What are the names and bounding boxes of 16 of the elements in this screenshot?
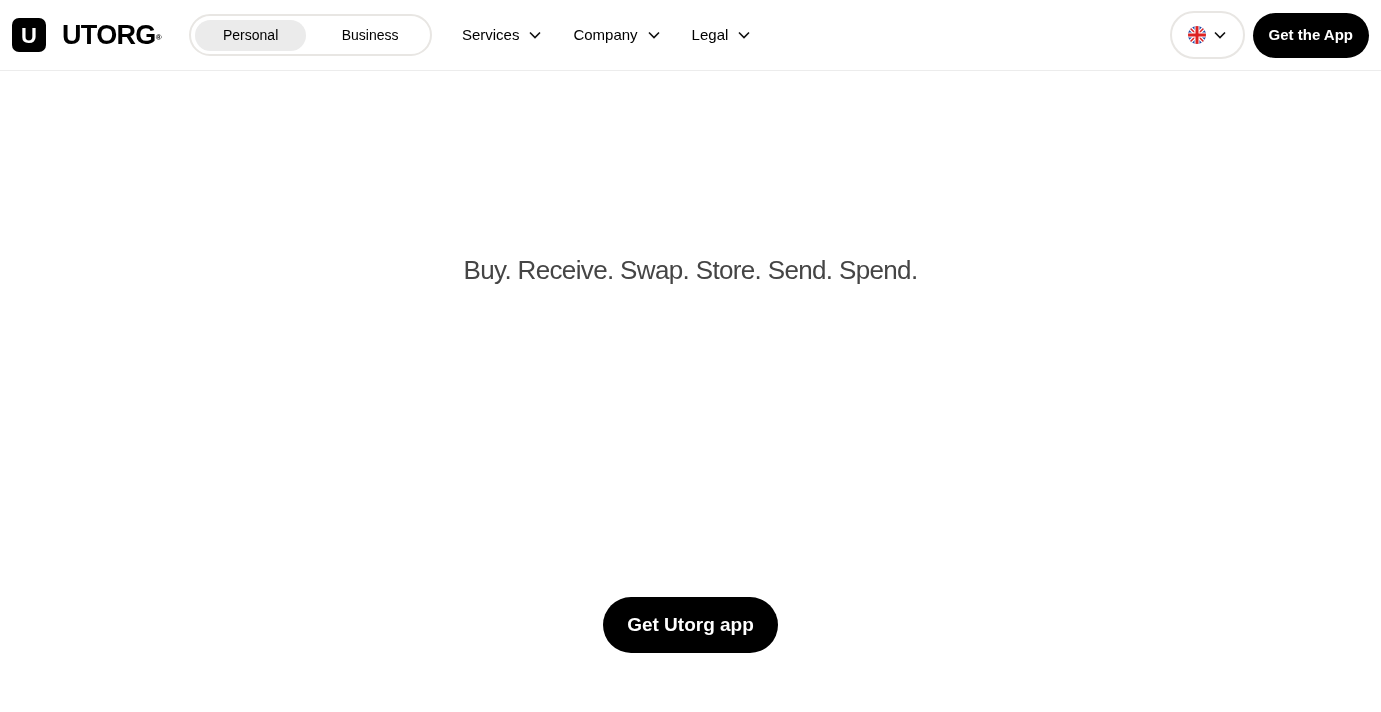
tagline: Buy. Receive. Swap. Store. Send. Spend. xyxy=(463,254,918,287)
language-selector[interactable] xyxy=(1169,11,1245,59)
get-the-app-button[interactable]: Get the App xyxy=(1252,12,1369,58)
logo-wordmark: UTORG$^{®}$ xyxy=(62,21,161,49)
get-app-button[interactable]: Get Utorg app xyxy=(603,597,778,653)
chevron-down-icon xyxy=(647,31,660,39)
nav-menu-button[interactable]: Legal xyxy=(691,23,751,47)
logo-mark: U xyxy=(12,18,46,52)
chevron-down-icon xyxy=(738,31,751,39)
segment-tab[interactable]: Personal xyxy=(194,19,307,51)
chevron-down-icon xyxy=(529,31,542,39)
nav-menu-button[interactable]: Services xyxy=(461,23,542,47)
segment-tab[interactable]: Business xyxy=(314,19,426,51)
flag-icon xyxy=(1188,26,1207,44)
chevron-down-icon xyxy=(1214,31,1227,39)
nav-menu-button[interactable]: Company xyxy=(573,23,660,47)
